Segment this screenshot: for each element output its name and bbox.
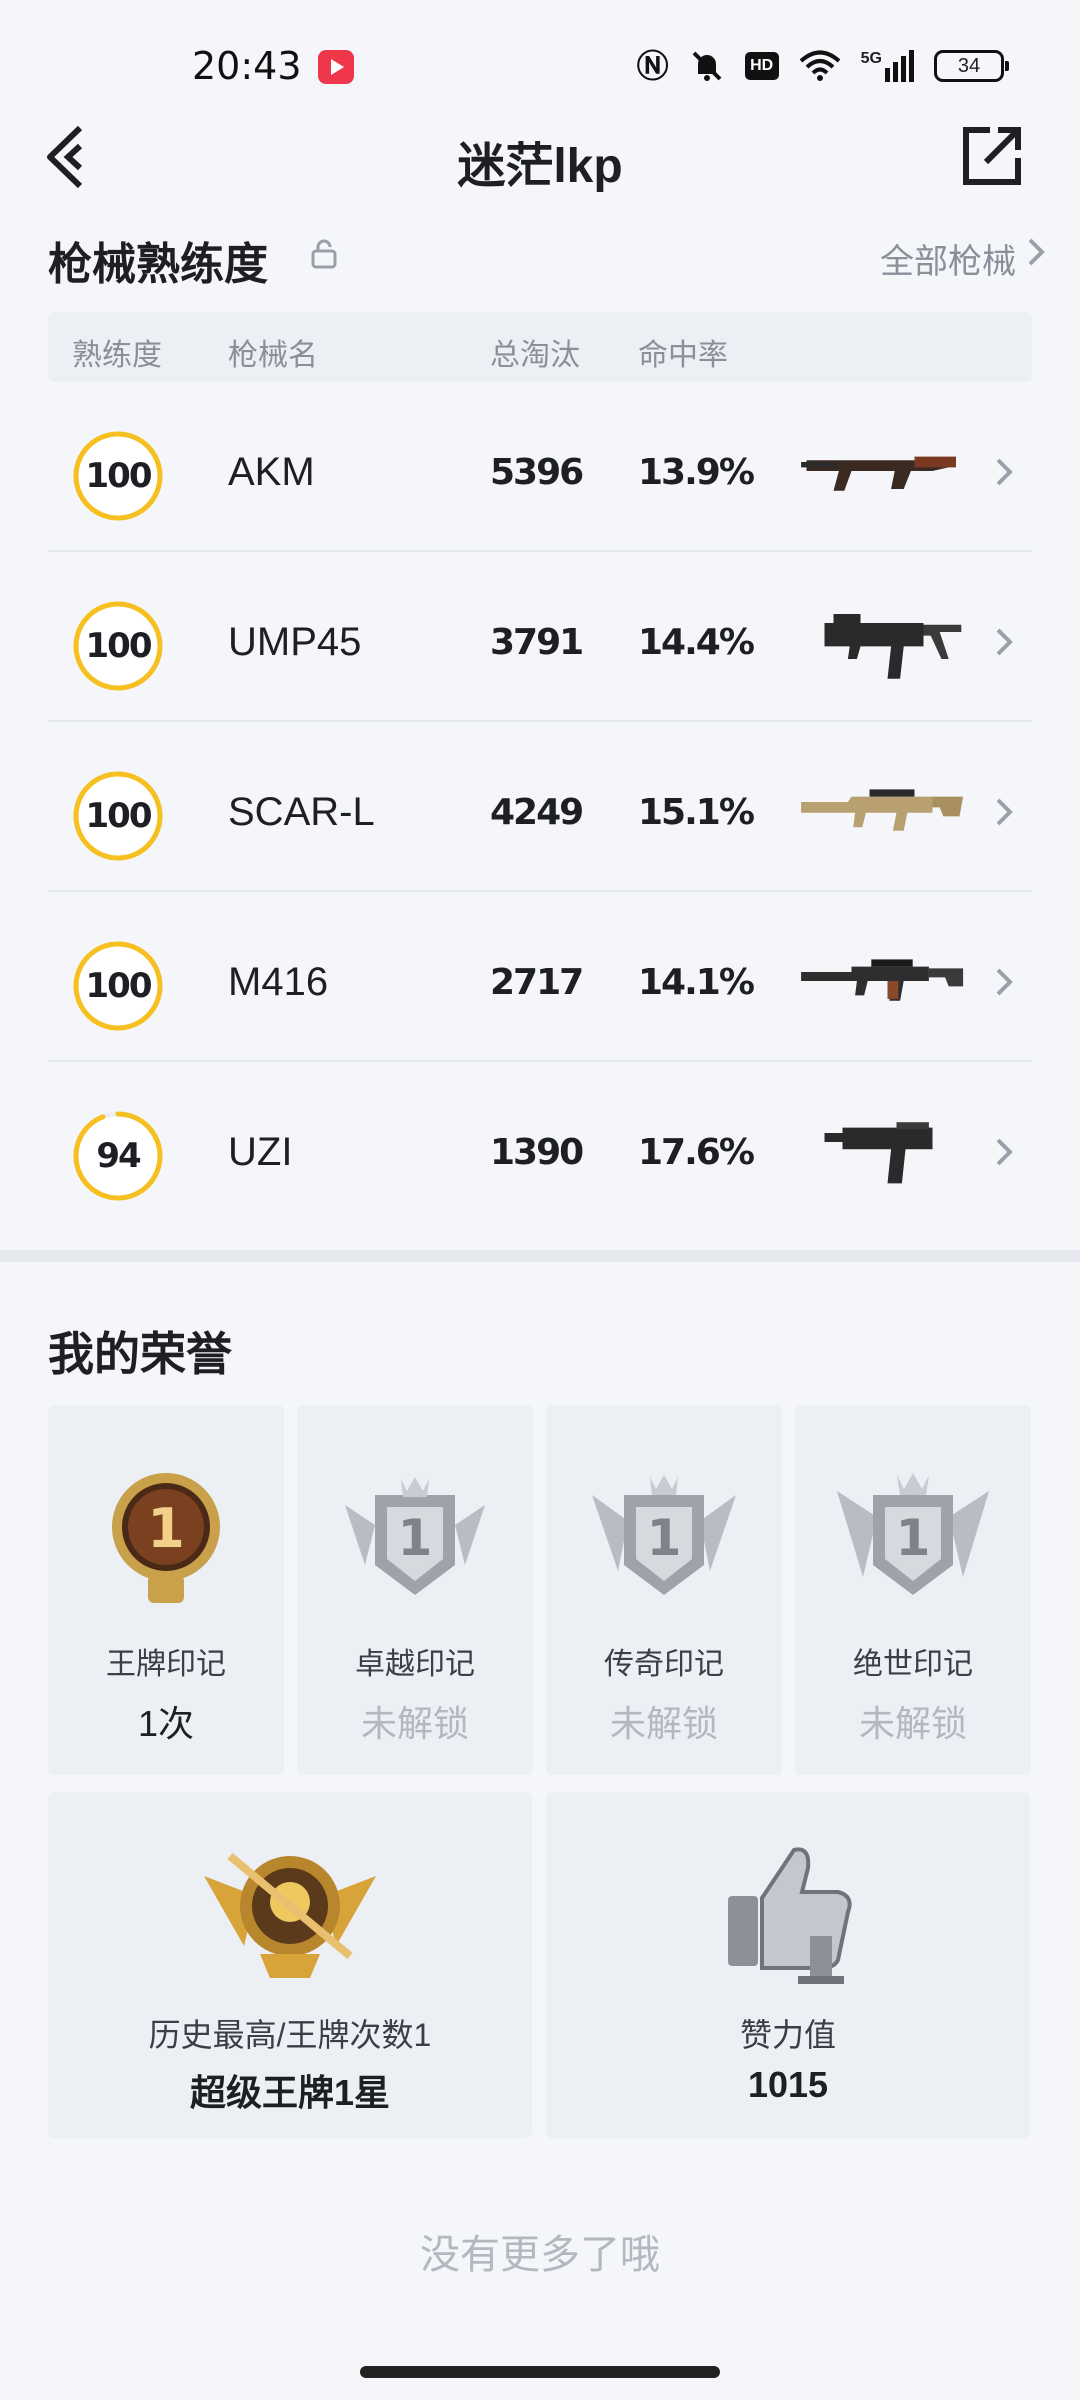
total-kills: 4249 (490, 792, 584, 833)
likes-card[interactable]: 赞力值 1015 (546, 1792, 1030, 2138)
badge-value: 1次 (137, 1703, 195, 1744)
svg-text:1: 1 (647, 1509, 682, 1567)
wifi-icon (799, 50, 840, 81)
section-divider (0, 1250, 1080, 1262)
badge-value: 未解锁 (360, 1703, 469, 1744)
excellent-badge-icon: 1 (345, 1477, 485, 1595)
scar-l-icon (801, 789, 964, 831)
col-proficiency: 熟练度 (72, 339, 162, 372)
status-icons: Ⓝ HD 5G 34 (636, 46, 1009, 86)
hit-rate: 13.9% (638, 452, 755, 493)
hit-rate: 17.6% (638, 1132, 755, 1173)
uzi-icon (824, 1122, 933, 1184)
5g-signal-icon: 5G (861, 50, 914, 82)
honor-section-title: 我的荣誉 (48, 1328, 232, 1380)
no-more-text: 没有更多了哦 (420, 2233, 660, 2277)
badge-excellent[interactable]: 1 卓越印记 未解锁 (297, 1405, 533, 1775)
chevron-right-icon (996, 1138, 1013, 1166)
weapon-name: SCAR-L (228, 790, 375, 834)
chevron-right-icon (996, 968, 1013, 996)
total-kills: 1390 (490, 1132, 584, 1173)
svg-text:1: 1 (147, 1497, 185, 1560)
nfc-icon: Ⓝ (636, 47, 669, 85)
legend-badge-icon: 1 (592, 1475, 736, 1595)
proficiency-value: 100 (85, 796, 153, 836)
mute-icon (692, 51, 722, 81)
badge-ace[interactable]: 1 王牌印记 1次 (48, 1405, 284, 1775)
proficiency-value: 100 (85, 456, 153, 496)
total-kills: 3791 (490, 622, 584, 663)
weapon-name: UMP45 (228, 620, 362, 664)
badge-name: 王牌印记 (106, 1648, 226, 1681)
ace-badge-icon: 1 (112, 1473, 220, 1603)
peerless-badge-icon: 1 (837, 1473, 989, 1595)
badge-name: 传奇印记 (604, 1648, 724, 1681)
proficiency-value: 100 (85, 626, 153, 666)
hit-rate: 15.1% (638, 792, 755, 833)
badge-value: 未解锁 (609, 1703, 718, 1744)
proficiency-value: 94 (96, 1136, 141, 1176)
svg-text:1: 1 (398, 1509, 433, 1567)
likes-label: 赞力值 (739, 2017, 836, 2053)
total-kills: 2717 (490, 962, 584, 1003)
lock-icon (311, 239, 337, 269)
col-hit-rate: 命中率 (638, 339, 728, 372)
weapon-row[interactable]: 100 AKM 5396 13.9% (48, 382, 1032, 552)
badge-peerless[interactable]: 1 绝世印记 未解锁 (795, 1405, 1031, 1775)
badge-name: 卓越印记 (355, 1648, 475, 1681)
weapon-table-header: 熟练度 枪械名 总淘汰 命中率 (48, 312, 1032, 382)
svg-text:1: 1 (896, 1509, 931, 1567)
chevron-right-icon (996, 798, 1013, 826)
weapon-row[interactable]: 100 SCAR-L 4249 15.1% (48, 722, 1032, 892)
hit-rate: 14.4% (638, 622, 755, 663)
status-time: 20:43 (192, 44, 302, 88)
badge-value: 未解锁 (858, 1703, 967, 1744)
likes-value: 1015 (747, 2064, 829, 2105)
ump45-icon (824, 614, 962, 679)
chevron-right-icon (996, 628, 1013, 656)
m416-icon (801, 959, 964, 1001)
col-total-kills: 总淘汰 (490, 339, 580, 372)
home-indicator[interactable] (360, 2366, 720, 2378)
hit-rate: 14.1% (638, 962, 755, 1003)
weapon-row[interactable]: 94 UZI 1390 17.6% (48, 1062, 1032, 1232)
weapon-name: AKM (228, 450, 315, 494)
highest-rank-card[interactable]: 历史最高/王牌次数1 超级王牌1星 (48, 1792, 532, 2138)
weapon-name: M416 (228, 960, 329, 1004)
highest-rank-label: 历史最高/王牌次数1 (148, 2017, 432, 2053)
hd-icon: HD (744, 52, 779, 80)
chevron-right-icon (996, 458, 1013, 486)
all-weapons-link[interactable]: 全部枪械 (880, 234, 1016, 283)
weapon-name: UZI (228, 1130, 293, 1174)
page-title: 迷茫lkp (457, 140, 623, 193)
thumbs-up-icon (728, 1847, 852, 1984)
section-title: 枪械熟练度 (48, 240, 268, 289)
chevron-right-icon (1028, 238, 1045, 266)
weapon-row[interactable]: 100 UMP45 3791 14.4% (48, 552, 1032, 722)
badge-legend[interactable]: 1 传奇印记 未解锁 (546, 1405, 782, 1775)
akm-icon (801, 456, 956, 491)
badge-name: 绝世印记 (853, 1648, 973, 1681)
weapon-section-header: 枪械熟练度 全部枪械 (48, 228, 1045, 289)
video-app-icon (318, 50, 354, 84)
share-icon[interactable] (960, 122, 1024, 188)
battery-icon: 34 (934, 50, 1009, 82)
total-kills: 5396 (490, 452, 584, 493)
top-bar: 迷茫lkp (0, 110, 1080, 200)
highest-rank-value: 超级王牌1星 (189, 2072, 391, 2113)
proficiency-value: 100 (85, 966, 153, 1006)
col-weapon-name: 枪械名 (228, 339, 318, 372)
weapon-row[interactable]: 100 M416 2717 14.1% (48, 892, 1032, 1062)
ace-rank-emblem-icon (204, 1852, 376, 1978)
